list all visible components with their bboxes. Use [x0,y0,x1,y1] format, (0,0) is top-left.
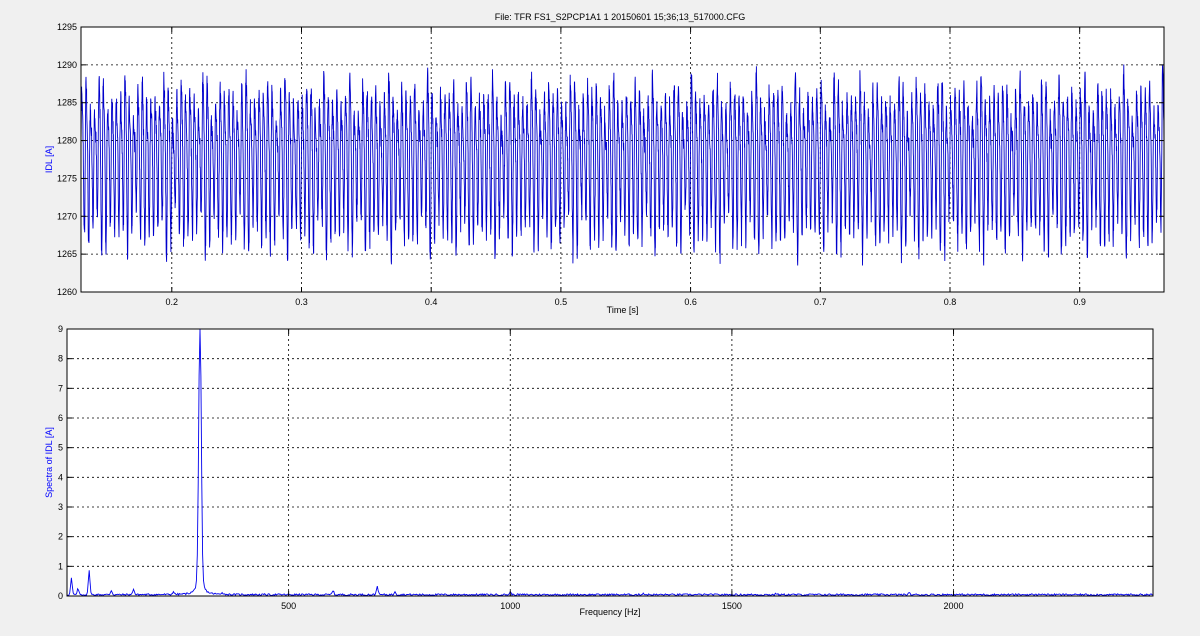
y-tick-label: 7 [58,383,63,393]
y-tick-label: 6 [58,413,63,423]
y-axis-label: Spectra of IDL [A] [44,427,54,498]
y-tick-label: 1280 [57,136,77,146]
y-tick-label: 4 [58,472,63,482]
y-tick-label: 0 [58,591,63,601]
x-tick-label: 500 [281,601,296,611]
y-tick-label: 1270 [57,211,77,221]
y-tick-label: 1295 [57,22,77,32]
x-tick-label: 1000 [500,601,520,611]
x-tick-label: 0.5 [555,297,568,307]
x-tick-label: 2000 [944,601,964,611]
x-tick-label: 0.2 [166,297,179,307]
figure-window: File: TFR FS1_S2PCP1A1 1 20150601 15;36;… [0,0,1200,631]
y-tick-label: 9 [58,324,63,334]
x-tick-label: 0.9 [1073,297,1086,307]
y-tick-label: 3 [58,502,63,512]
x-axis-label: Time [s] [607,305,639,315]
x-tick-label: 0.7 [814,297,827,307]
x-tick-label: 0.4 [425,297,438,307]
y-tick-label: 1290 [57,60,77,70]
y-tick-label: 1260 [57,287,77,297]
x-tick-label: 0.8 [944,297,957,307]
x-tick-label: 0.3 [295,297,308,307]
figure-title: File: TFR FS1_S2PCP1A1 1 20150601 15;36;… [495,12,746,22]
axes-face [67,329,1153,596]
y-tick-label: 1285 [57,98,77,108]
y-tick-label: 8 [58,354,63,364]
y-tick-label: 1 [58,561,63,571]
time-plot-axes[interactable]: 0.2 0.3 0.4 0.5 0.6 0.7 0.8 0.9 1260 1265 1270 1275… [44,22,1165,315]
y-tick-label: 2 [58,532,63,542]
y-tick-label: 1265 [57,249,77,259]
x-axis-label: Frequency [Hz] [579,607,640,617]
figure-canvas: File: TFR FS1_S2PCP1A1 1 20150601 15;36;… [44,12,1165,617]
x-tick-label: 1500 [722,601,742,611]
y-tick-label: 5 [58,443,63,453]
spectrum-plot-axes[interactable]: 500 1000 1500 2000 0 1 2 3 4 5 6 7 8 9 Frequency [Hz] S… [44,324,1154,617]
y-axis-label: IDL [A] [44,146,54,173]
x-tick-label: 0.6 [684,297,697,307]
y-tick-label: 1275 [57,173,77,183]
